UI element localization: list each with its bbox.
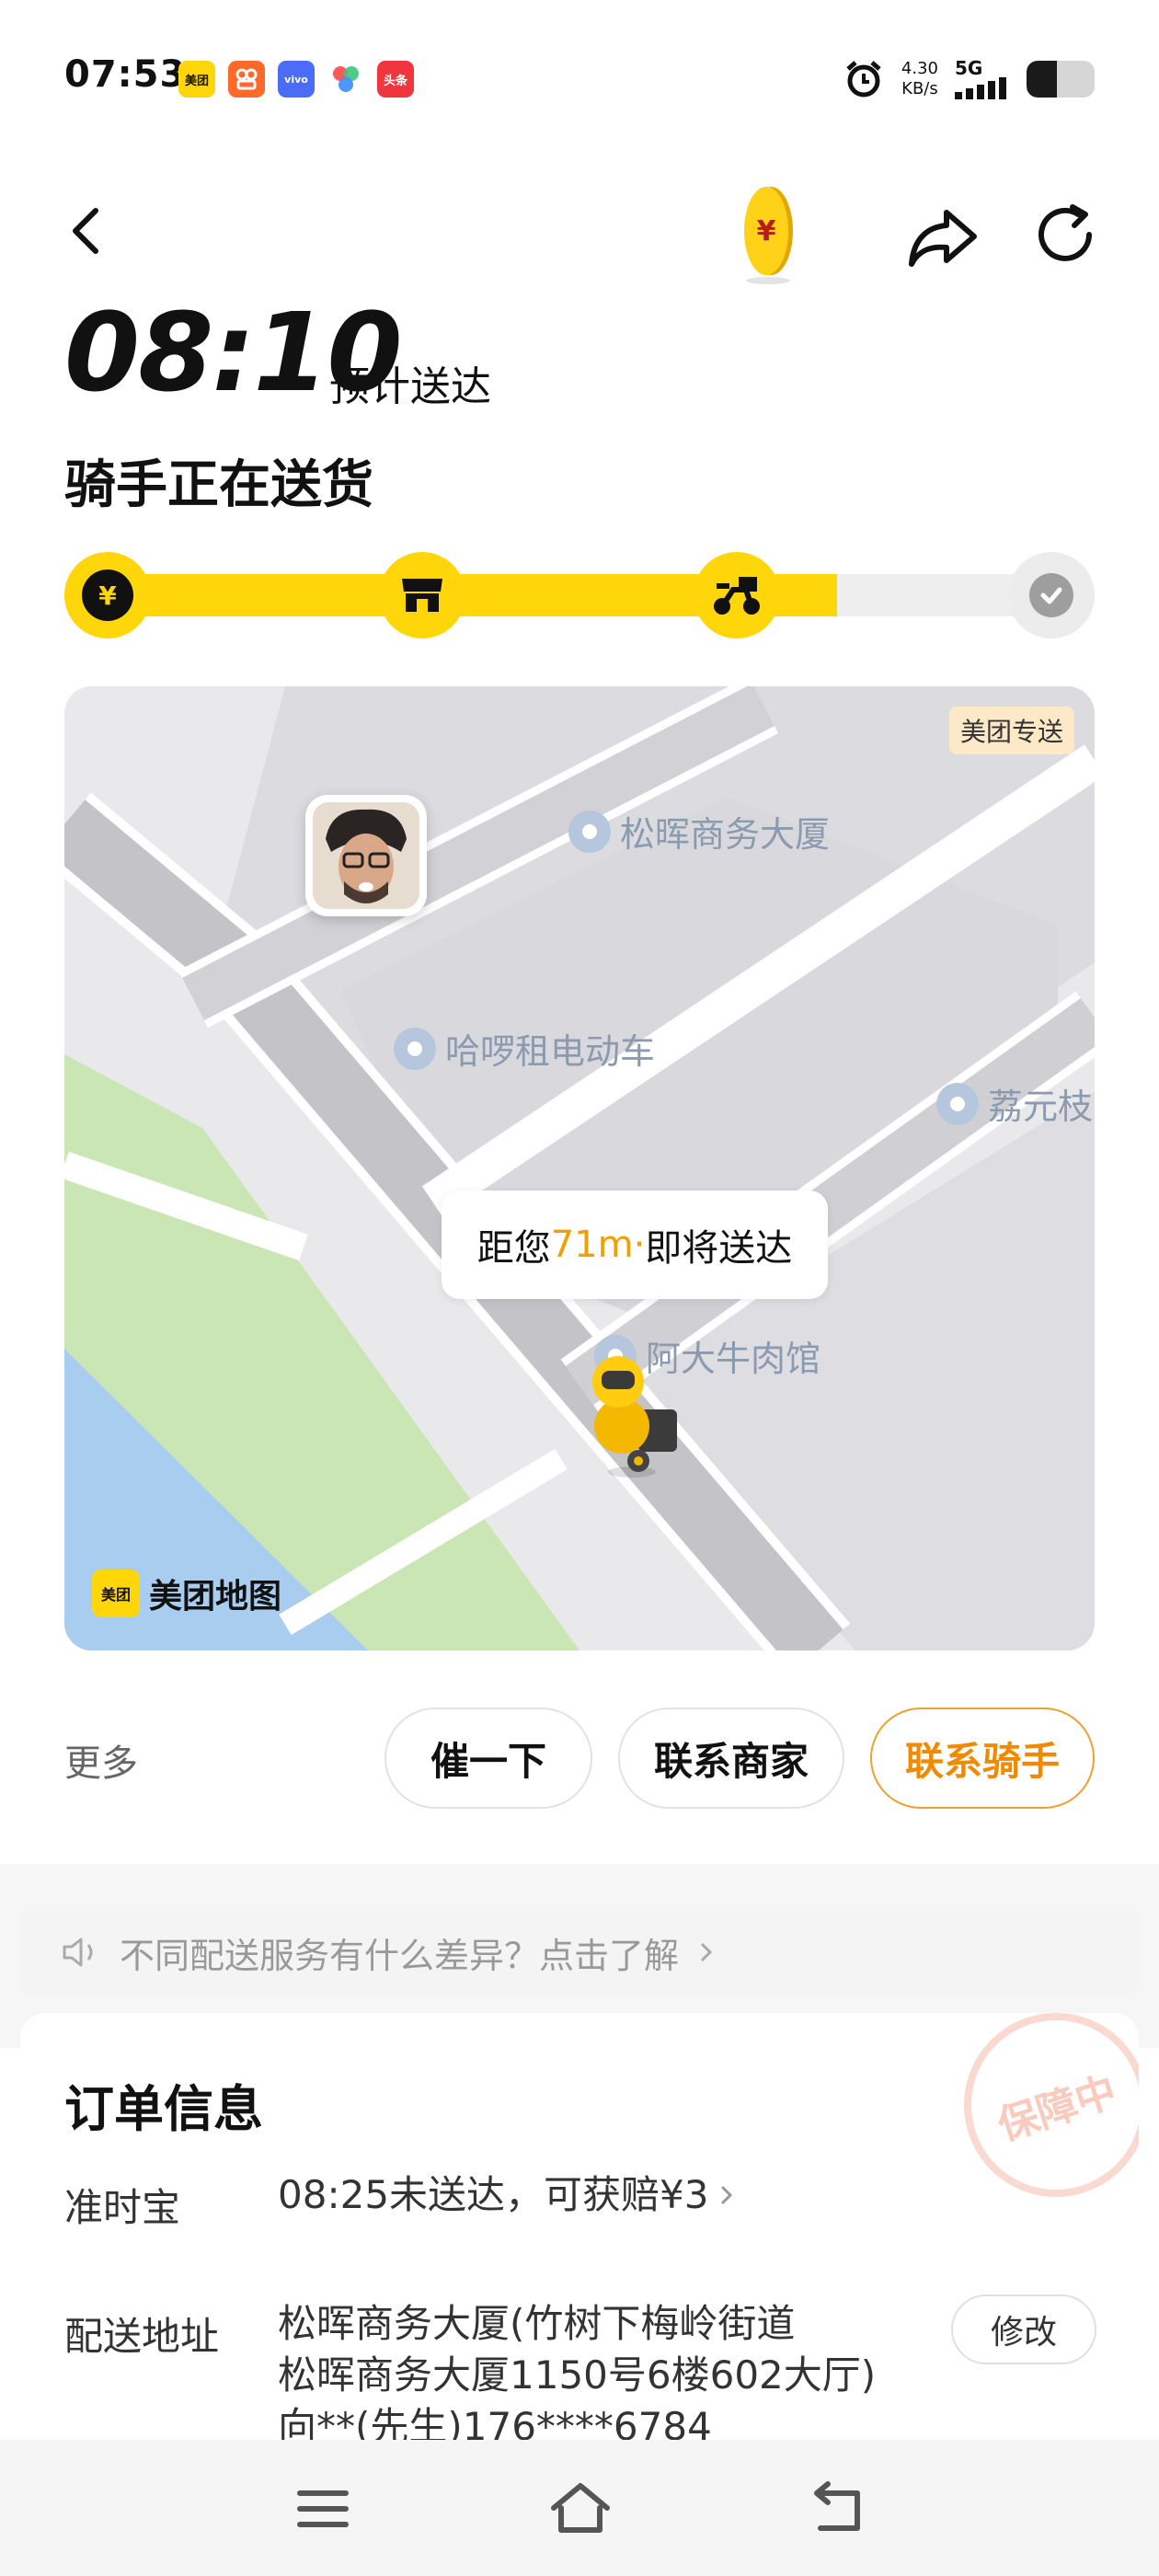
guarantee-stamp: 保障中 (939, 2013, 1139, 2222)
rider-marker-icon[interactable] (581, 1341, 683, 1479)
order-info-card: 保障中 订单信息 准时宝 08:25未送达，可获赔¥3 配送地址 松晖商务大厦(… (20, 2013, 1139, 2491)
urge-button[interactable]: 催一下 (384, 1708, 592, 1809)
poi-scooter-rental[interactable]: 哈啰租电动车 (394, 1023, 655, 1074)
toutiao-app-icon: 头条 (377, 61, 414, 98)
ontime-label: 准时宝 (64, 2185, 181, 2230)
map-provider-logo: 美团 美团地图 (92, 1570, 281, 1617)
refresh-icon (1039, 204, 1092, 261)
delivery-address: 松晖商务大厦(竹树下梅岭街道 松晖商务大厦1150号6楼602大厅) 向**(先… (278, 2301, 877, 2449)
status-time: 07:53 (64, 53, 187, 96)
battery-icon (1027, 61, 1095, 98)
home-button[interactable] (548, 2477, 613, 2541)
vivo-app-icon: vivo (278, 61, 315, 98)
ontime-guarantee[interactable]: 08:25未送达，可获赔¥3 (278, 2169, 736, 2221)
map-view[interactable]: 美团专送 松晖商务大厦 哈啰租电动车 荔元枝 阿大牛肉馆 距您 71m · 即将送达 … (64, 686, 1095, 1650)
check-icon (1040, 587, 1062, 604)
smile-pin-icon (936, 1082, 979, 1125)
menu-icon (297, 2490, 349, 2527)
share-icon (909, 210, 977, 267)
distance-bubble: 距您 71m · 即将送达 (442, 1190, 828, 1299)
signal-bars-icon (955, 77, 1006, 99)
order-info-title: 订单信息 (64, 2080, 263, 2138)
svg-text:¥: ¥ (98, 581, 117, 611)
store-icon (402, 579, 442, 612)
progress-step-store (379, 552, 465, 638)
refresh-button[interactable] (1032, 201, 1100, 270)
back-icon (814, 2481, 860, 2531)
system-navigation-bar (0, 2440, 1159, 2576)
menu-button[interactable] (291, 2477, 355, 2541)
location-pin-icon (394, 1027, 436, 1070)
chevron-right-icon (721, 2185, 733, 2205)
back-button[interactable] (55, 198, 120, 262)
customer-avatar[interactable] (305, 795, 427, 916)
avatar-photo (313, 802, 419, 909)
svg-text:¥: ¥ (757, 215, 776, 247)
building-pin-icon (568, 810, 611, 853)
net-speed: 4.30 KB/s (901, 59, 938, 98)
alarm-icon (846, 61, 881, 98)
back-nav-button[interactable] (806, 2477, 870, 2541)
rider-status: 骑手正在送货 (64, 455, 373, 515)
chevron-left-icon (73, 208, 98, 254)
eta-label: 预计送达 (329, 363, 491, 410)
status-right: 4.30 KB/s 5G (843, 52, 1095, 107)
coin-reward-button[interactable]: ¥ (736, 185, 800, 286)
poi-building[interactable]: 松晖商务大厦 (568, 806, 830, 857)
gold-coin-icon: ¥ (744, 187, 793, 284)
yen-icon: ¥ (98, 581, 117, 611)
scooter-icon (714, 577, 760, 615)
progress-step-delivering (694, 552, 780, 638)
meituan-logo-icon: 美团 (92, 1570, 140, 1617)
share-button[interactable] (906, 205, 980, 270)
speaker-icon (63, 1938, 93, 1967)
modify-address-button[interactable]: 修改 (951, 2294, 1096, 2364)
delivery-service-tip[interactable]: 不同配送服务有什么差异？点击了解 (20, 1910, 1139, 1995)
meituan-app-icon: 美团 (178, 61, 215, 98)
progress-step-delivered (1008, 552, 1095, 638)
address-label: 配送地址 (64, 2314, 220, 2359)
meituan-express-badge: 美团专送 (948, 707, 1074, 754)
home-icon (551, 2483, 610, 2533)
contact-rider-button[interactable]: 联系骑手 (870, 1708, 1095, 1809)
top-nav: ¥ (0, 179, 1159, 290)
kuaishou-app-icon (228, 61, 265, 98)
status-bar: 07:53 美团 vivo 头条 4.30 KB/s 5G (0, 0, 1159, 156)
progress-step-paid: ¥ (64, 552, 151, 638)
delivery-progress: ¥ (64, 552, 1095, 638)
more-button[interactable]: 更多 (64, 1733, 138, 1787)
signal-indicator: 5G (955, 59, 1010, 99)
contact-merchant-button[interactable]: 联系商家 (618, 1708, 844, 1809)
poi-right[interactable]: 荔元枝 (936, 1078, 1093, 1129)
chevron-right-icon (700, 1942, 713, 1962)
colorful-app-icon (327, 61, 364, 98)
